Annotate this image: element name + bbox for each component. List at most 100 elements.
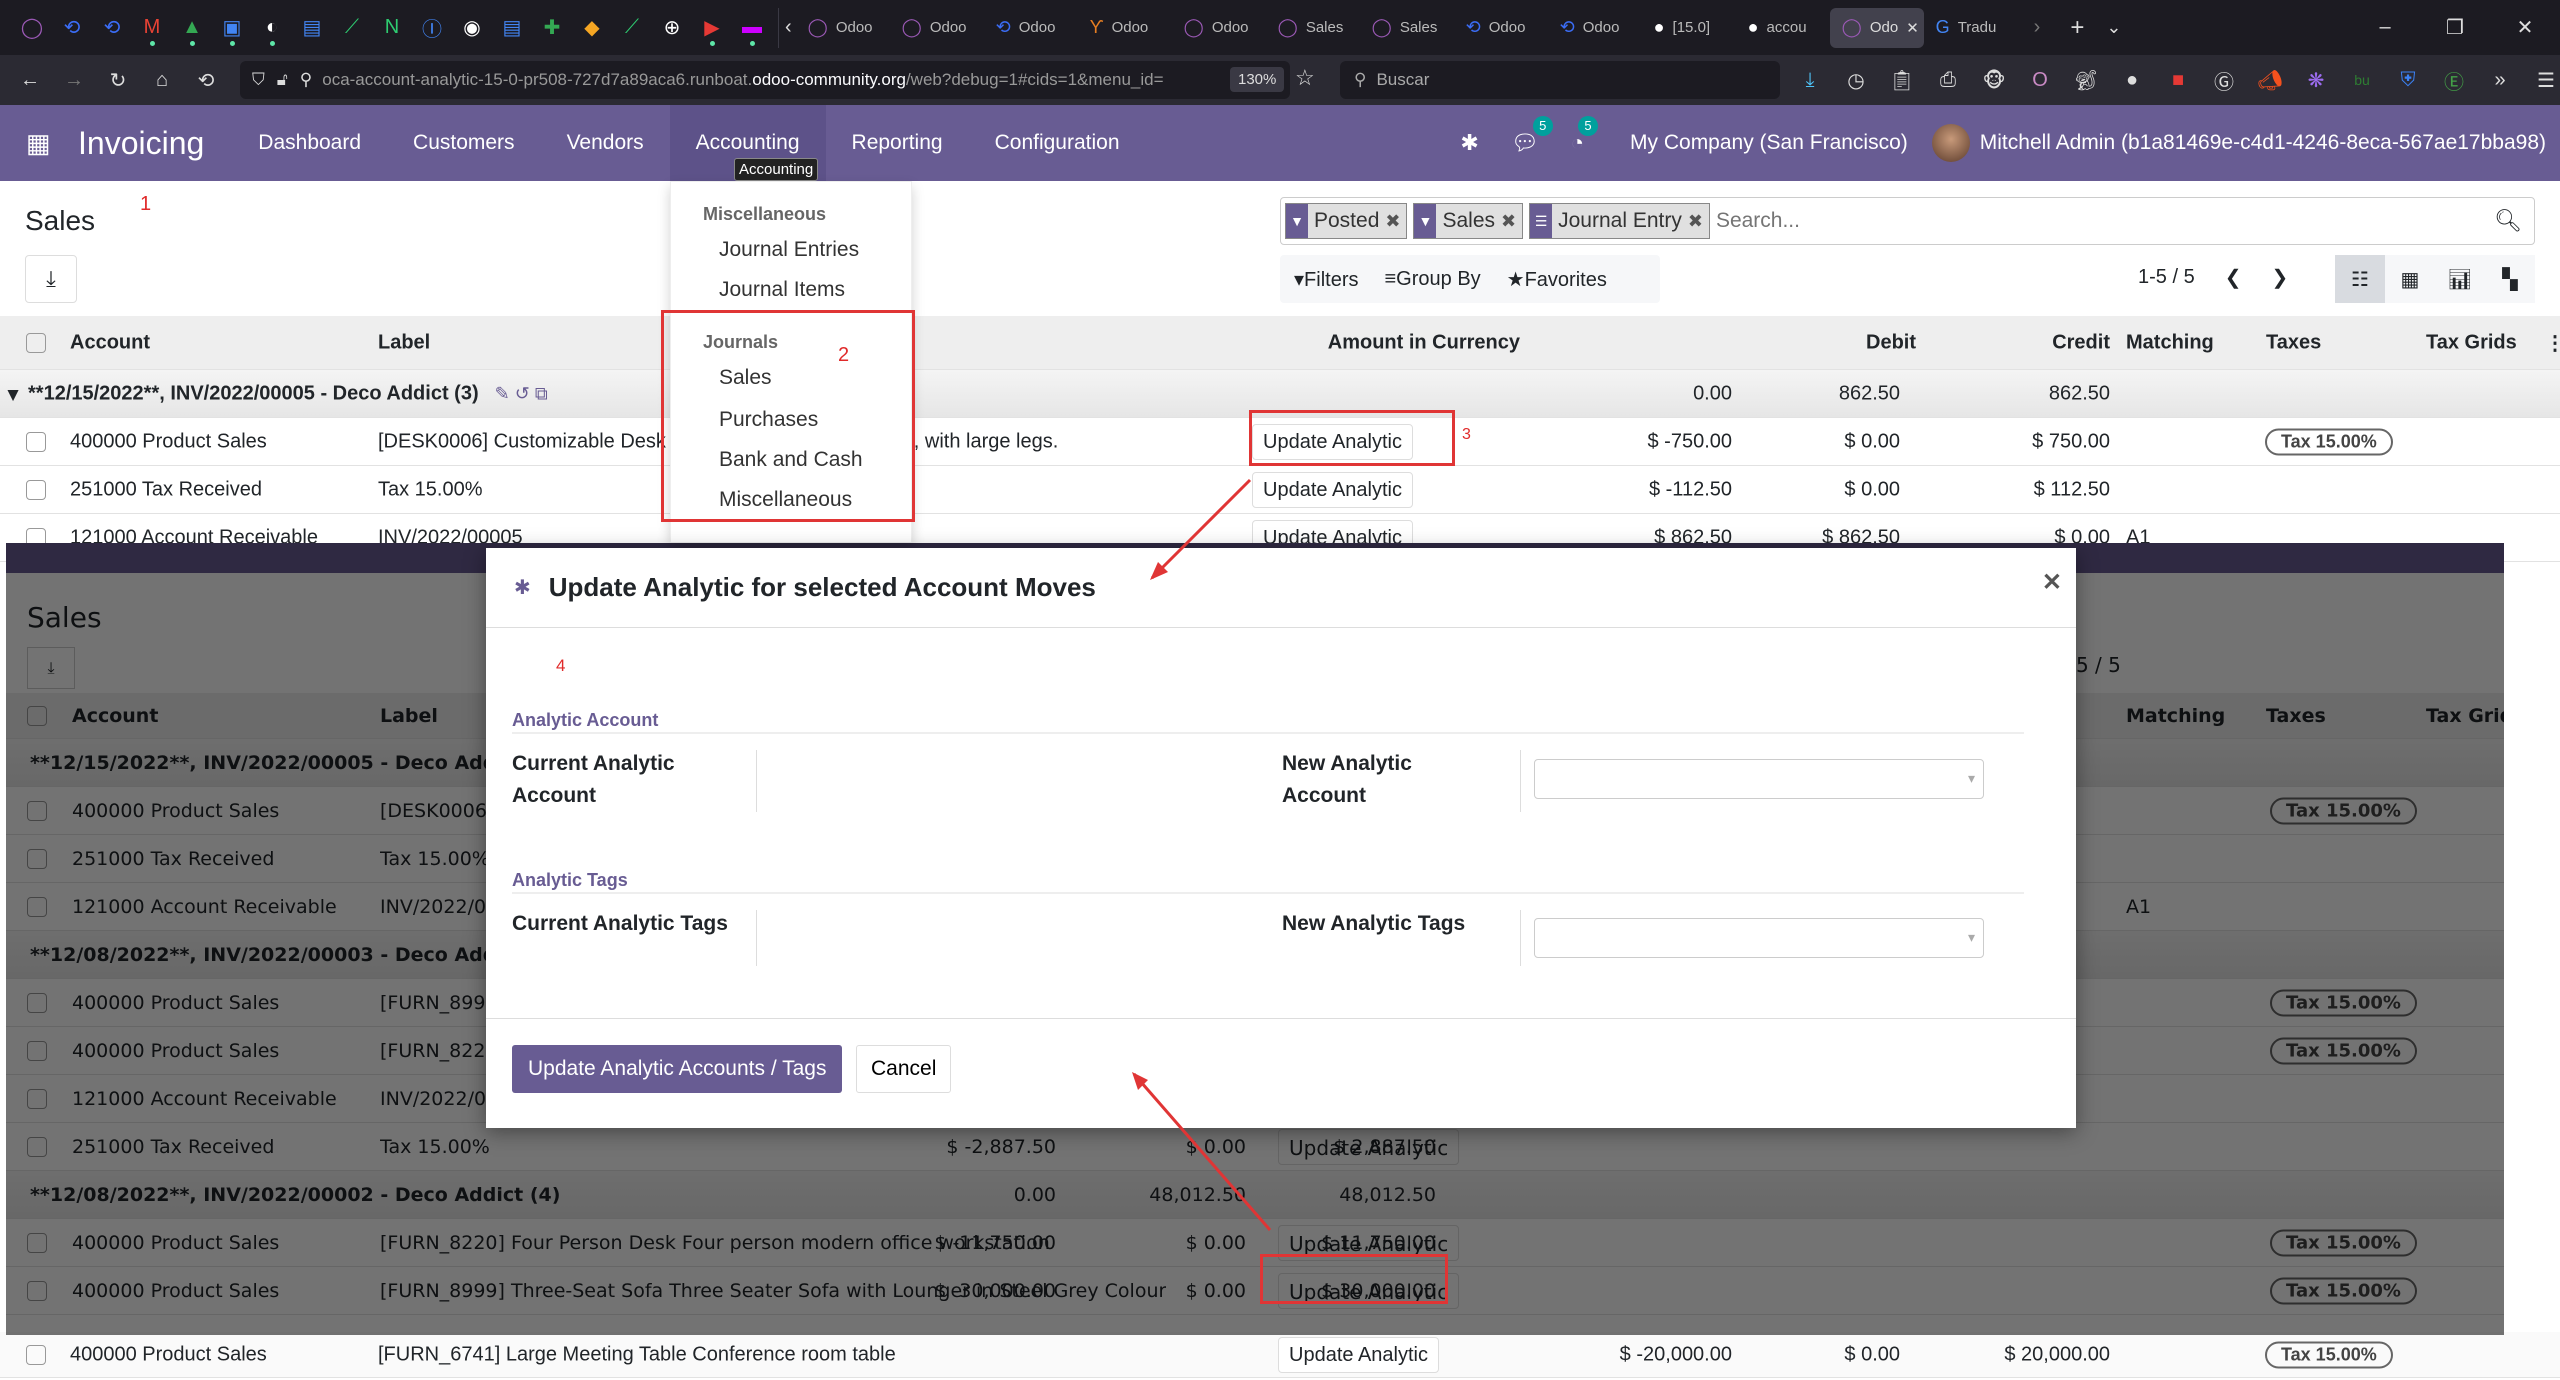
table-row[interactable]: 400000 Product Sales [FURN_6741] Large Me… [0,1332,2560,1378]
download-icon[interactable]: ⤓ [1790,69,1830,92]
table-row[interactable]: 251000 Tax Received Tax 15.00% Update Anal… [0,466,2560,514]
browser-tab[interactable]: ⟲ Odoo [1548,8,1642,48]
browser-tab[interactable]: ● accou [1736,8,1830,48]
menu-reporting[interactable]: Reporting [826,105,969,181]
search-bar[interactable]: ▼Posted✖ ▼Sales✖ ☰Journal Entry✖ 🔍︎ [1280,197,2535,245]
tab-scroll-right-icon[interactable]: › [2034,16,2041,39]
shield-icon[interactable]: ⛉ [252,70,265,90]
browser-tab[interactable]: ◯ Sales [1360,8,1454,48]
user-menu[interactable]: Mitchell Admin (b1a81469e-c4d1-4246-8eca… [1980,131,2546,155]
url-bar[interactable]: ⛉ 🔓︎ ⚲ oca-account-analytic-15-0-pr508-7… [240,61,1290,99]
pager-previous-icon[interactable]: ❮ [2225,265,2242,290]
tab-scroll-left-icon[interactable]: ‹ [785,16,792,39]
pinned-tab[interactable]: ✚ [532,8,572,48]
bu-extension-icon[interactable]: bu [2342,72,2382,88]
browser-tab[interactable]: ◯ Odoo [1172,8,1266,48]
pinned-tab[interactable]: ⟲ [92,8,132,48]
facet-sales[interactable]: ▼ Sales ✖ [1413,203,1524,239]
update-analytic-button[interactable]: Update Analytic [1252,471,1413,508]
permissions-icon[interactable]: ⚲ [300,70,312,90]
reset-icon[interactable]: ↺ [515,383,530,403]
odoo-debug-icon[interactable]: O [2020,69,2060,92]
e-extension-icon[interactable]: Ⓔ [2434,66,2474,95]
row-checkbox[interactable] [26,1344,46,1365]
menu-configuration[interactable]: Configuration [969,105,1146,181]
pinned-tab[interactable]: ▤ [292,8,332,48]
pinned-tab[interactable]: ▬ [732,8,772,48]
close-icon[interactable]: ✕ [2042,568,2062,597]
clock-icon[interactable]: ◷ [1836,68,1876,93]
update-analytic-accounts-tags-button[interactable]: Update Analytic Accounts / Tags [512,1045,843,1093]
group-toggle-icon[interactable]: ▾ [8,381,18,406]
browser-tab[interactable]: G Tradu [1924,8,2018,48]
dropdown-journal-entries[interactable]: Journal Entries [719,238,859,262]
row-checkbox[interactable] [26,431,46,452]
overflow-icon[interactable]: » [2480,69,2520,92]
restore-icon[interactable]: ❐ [2420,15,2490,40]
balls-icon[interactable]: ● [2112,69,2152,92]
new-analytic-account-select[interactable] [1534,759,1984,799]
pinned-tab[interactable]: ▣ [212,8,252,48]
screenshot-icon[interactable]: ⎙ [1928,69,1968,92]
dropdown-journal-items[interactable]: Journal Items [719,278,845,302]
grammarly-icon[interactable]: Ⓖ [2204,66,2244,95]
facet-posted[interactable]: ▼ Posted ✖ [1285,203,1408,239]
col-credit[interactable]: Credit [2052,331,2110,354]
pinned-tab[interactable]: M [132,8,172,48]
new-tab-icon[interactable]: + [2070,14,2084,42]
close-window-icon[interactable]: ✕ [2490,15,2560,40]
col-label[interactable]: Label [378,331,430,354]
search-icon[interactable]: 🔍︎ [2494,208,2522,234]
menu-vendors[interactable]: Vendors [541,105,670,181]
download-button[interactable]: ⤓ [25,255,77,303]
app-name[interactable]: Invoicing [78,125,204,162]
pinned-tab[interactable]: ⟋ [612,8,652,48]
list-view-icon[interactable]: ☷ [2335,255,2385,303]
pinned-tab[interactable]: ⟲ [52,8,92,48]
apps-grid-icon[interactable]: ▦ [26,128,56,159]
pinned-tab[interactable]: N [372,8,412,48]
duplicate-icon[interactable]: ⧉ [535,383,548,403]
minimize-icon[interactable]: – [2350,16,2420,39]
tab-list-icon[interactable]: ⌄ [2106,17,2121,38]
filters-button[interactable]: ▾Filters [1294,267,1359,292]
red-extension-icon[interactable]: ■ [2158,69,2198,92]
bookmark-star-icon[interactable]: ☆ [1295,65,1315,91]
pinned-tab[interactable]: ◐ [252,8,292,48]
group-by-button[interactable]: ≡Group By [1385,268,1481,291]
col-account[interactable]: Account [70,331,150,354]
remove-facet-icon[interactable]: ✖ [1501,211,1522,232]
browser-search[interactable]: ⚲ Buscar [1340,61,1780,99]
bitwarden-icon[interactable]: ⛨ [2388,69,2428,92]
search-input[interactable] [1715,209,2489,233]
col-debit[interactable]: Debit [1866,331,1916,354]
browser-tab[interactable]: ⟲ Odoo [984,8,1078,48]
pinned-tab[interactable]: ▤ [492,8,532,48]
activities-icon[interactable]: ◔ 5 [1571,116,1599,156]
pinned-tab[interactable]: ⊕ [652,8,692,48]
browser-tab[interactable]: ● [15.0] [1642,8,1736,48]
forward-icon[interactable]: → [52,69,96,92]
menu-customers[interactable]: Customers [387,105,541,181]
col-matching[interactable]: Matching [2126,331,2214,354]
row-checkbox[interactable] [26,479,46,500]
close-tab-icon[interactable]: ✕ [1906,19,1919,37]
remove-facet-icon[interactable]: ✖ [1385,211,1406,232]
messages-icon[interactable]: 💬︎ 5 [1511,116,1553,156]
browser-tab[interactable]: ◯ Odoo [796,8,890,48]
home-icon[interactable]: ⌂ [140,69,184,92]
pinned-tab[interactable]: ◯ [12,8,52,48]
optional-columns-icon[interactable]: ⋮ [2545,330,2560,355]
zoom-level[interactable]: 130% [1230,67,1285,92]
update-analytic-button[interactable]: Update Analytic [1278,1336,1439,1373]
debug-bug-icon[interactable]: ✱ [1460,130,1478,156]
reload-icon[interactable]: ↻ [96,68,140,93]
favorites-button[interactable]: ★Favorites [1507,267,1607,292]
pager-value[interactable]: 1-5 / 5 [2138,266,2195,289]
kanban-view-icon[interactable]: ▚ [2485,255,2535,303]
select-all-checkbox[interactable] [26,332,46,353]
browser-tab[interactable]: ◯ Odo ✕ [1829,7,1924,48]
edit-icon[interactable]: ✎ [495,383,510,403]
browser-tab[interactable]: ◯ Odoo [890,8,984,48]
remove-facet-icon[interactable]: ✖ [1688,211,1709,232]
